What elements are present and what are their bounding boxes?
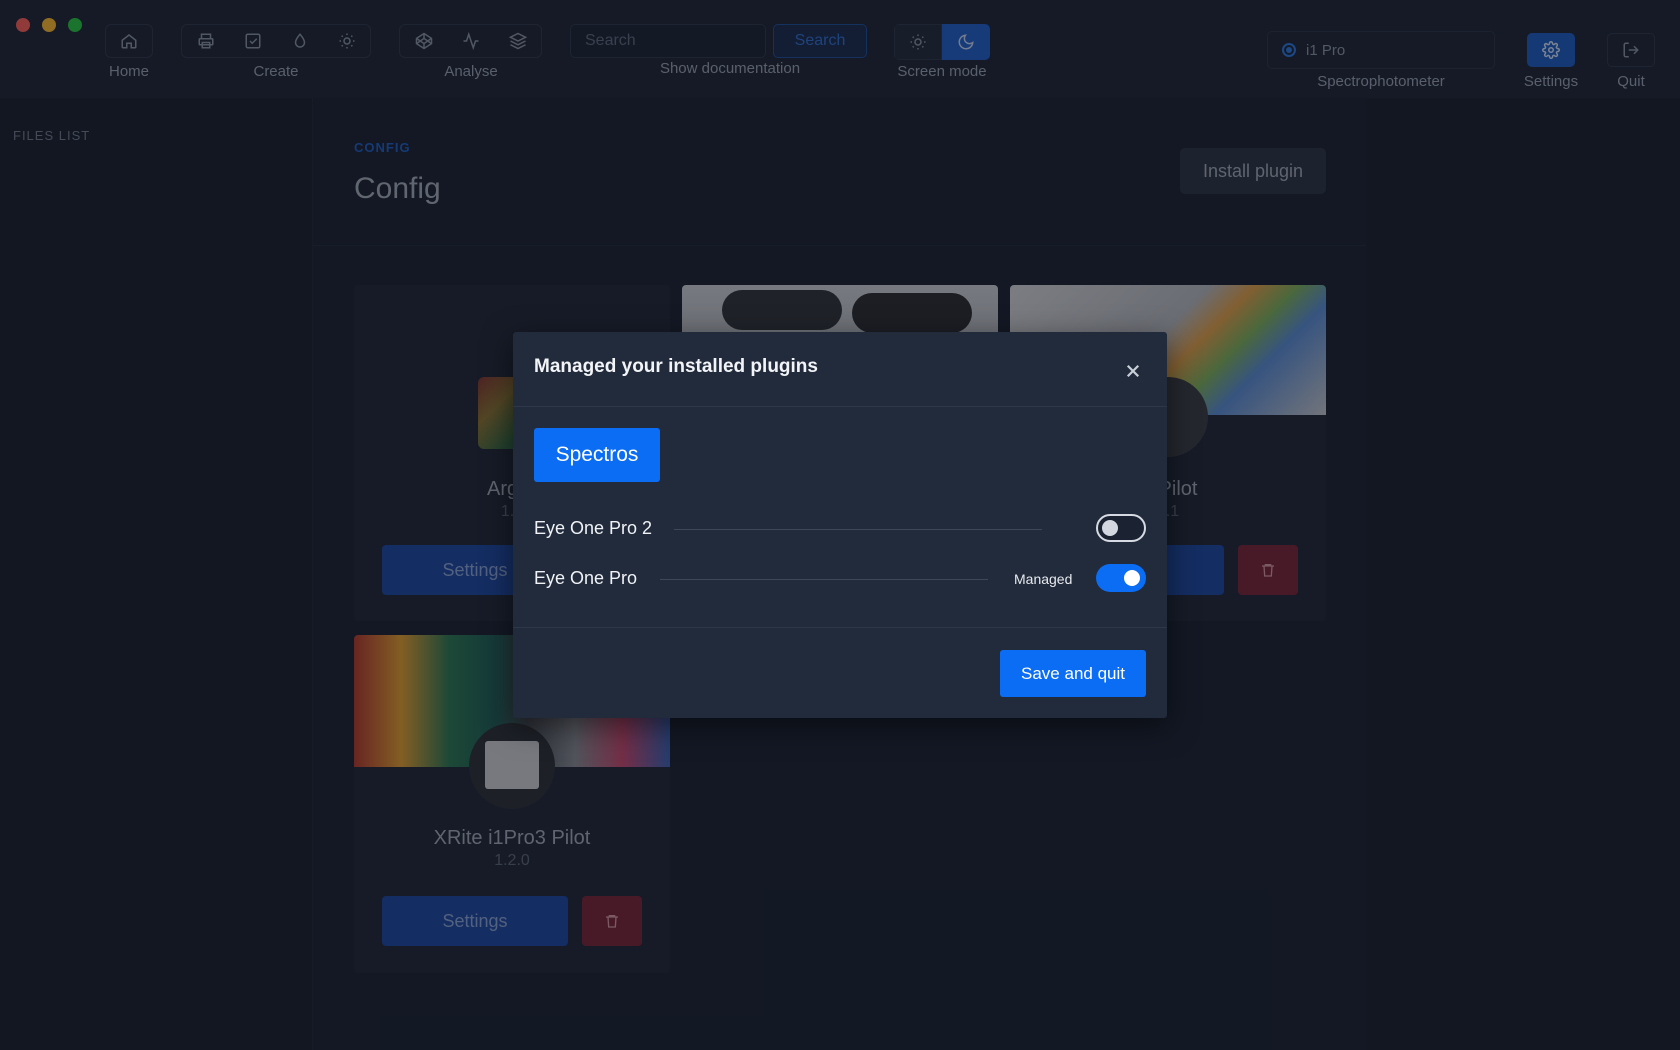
row-divider xyxy=(674,529,1042,530)
toggle-knob xyxy=(1102,520,1118,536)
plugins-modal: Managed your installed plugins Spectros … xyxy=(513,332,1167,718)
plugin-row-eye-one-pro: Eye One Pro Managed xyxy=(534,564,1146,594)
save-and-quit-button[interactable]: Save and quit xyxy=(1000,650,1146,697)
tab-spectros[interactable]: Spectros xyxy=(534,428,660,482)
divider xyxy=(513,406,1167,407)
plugin-row-eye-one-pro-2: Eye One Pro 2 xyxy=(534,514,1146,544)
close-icon xyxy=(1126,364,1140,378)
managed-status-label: Managed xyxy=(1014,571,1073,587)
managed-toggle[interactable] xyxy=(1096,564,1146,592)
plugin-name: Eye One Pro xyxy=(534,568,638,588)
row-divider xyxy=(660,579,988,580)
modal-title: Managed your installed plugins xyxy=(534,356,818,377)
managed-toggle[interactable] xyxy=(1096,514,1146,542)
plugin-name: Eye One Pro 2 xyxy=(534,518,653,538)
divider xyxy=(513,627,1167,628)
close-button[interactable] xyxy=(1122,360,1144,382)
toggle-knob xyxy=(1124,570,1140,586)
